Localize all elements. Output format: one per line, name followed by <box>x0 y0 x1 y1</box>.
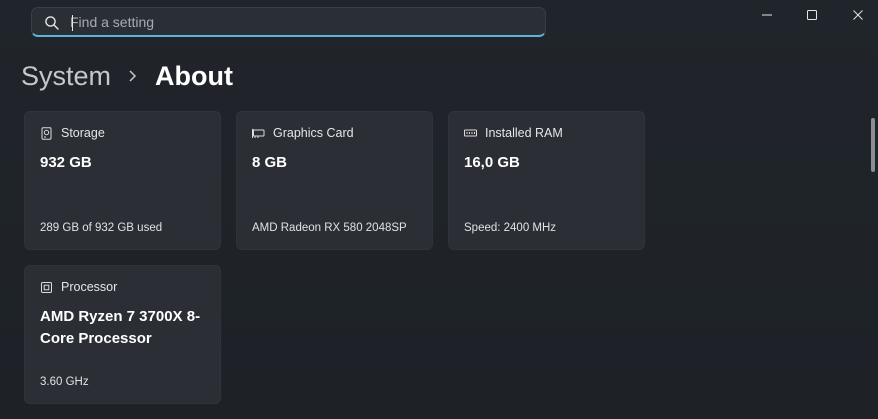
processor-icon <box>41 281 52 293</box>
graphics-card-icon <box>252 128 265 138</box>
card-label: Storage <box>61 126 105 140</box>
card-detail: AMD Radeon RX 580 2048SP <box>252 222 407 234</box>
card-label: Graphics Card <box>273 126 354 140</box>
close-icon <box>853 10 863 20</box>
card-header: Graphics Card <box>252 126 354 140</box>
card-detail: 289 GB of 932 GB used <box>40 222 163 234</box>
processor-card[interactable]: Processor AMD Ryzen 7 3700X 8-Core Proce… <box>24 265 221 404</box>
card-detail: Speed: 2400 MHz <box>464 222 557 234</box>
graphics-card-card[interactable]: Graphics Card 8 GB AMD Radeon RX 580 204… <box>236 111 433 250</box>
installed-ram-card[interactable]: Installed RAM 16,0 GB Speed: 2400 MHz <box>448 111 645 250</box>
breadcrumb-system-link[interactable]: System <box>21 61 111 92</box>
settings-window: System About Storage 932 GB 289 GB of 93… <box>0 0 878 419</box>
card-detail: 3.60 GHz <box>40 376 89 388</box>
search-icon <box>45 16 59 30</box>
breadcrumb: System About <box>21 56 233 96</box>
card-value: AMD Ryzen 7 3700X 8-Core Processor <box>40 308 201 347</box>
text-caret <box>72 15 73 31</box>
card-header: Processor <box>40 280 117 294</box>
maximize-icon <box>807 10 817 20</box>
search-input[interactable] <box>70 8 530 36</box>
chevron-right-icon <box>129 70 137 82</box>
page-title: About <box>155 60 233 91</box>
minimize-button[interactable] <box>744 0 790 30</box>
storage-icon <box>41 126 52 140</box>
card-label: Installed RAM <box>485 126 563 140</box>
storage-card[interactable]: Storage 932 GB 289 GB of 932 GB used <box>24 111 221 250</box>
maximize-button[interactable] <box>789 0 835 30</box>
search-box[interactable] <box>31 7 546 37</box>
card-header: Storage <box>40 126 105 140</box>
ram-icon <box>464 129 477 136</box>
minimize-icon <box>762 14 772 16</box>
close-button[interactable] <box>835 0 878 30</box>
card-label: Processor <box>61 280 118 294</box>
scrollbar-thumb[interactable] <box>871 118 875 172</box>
card-value: 8 GB <box>252 154 288 171</box>
card-value: 932 GB <box>40 154 92 171</box>
card-value: 16,0 GB <box>464 154 520 171</box>
card-header: Installed RAM <box>464 126 563 140</box>
